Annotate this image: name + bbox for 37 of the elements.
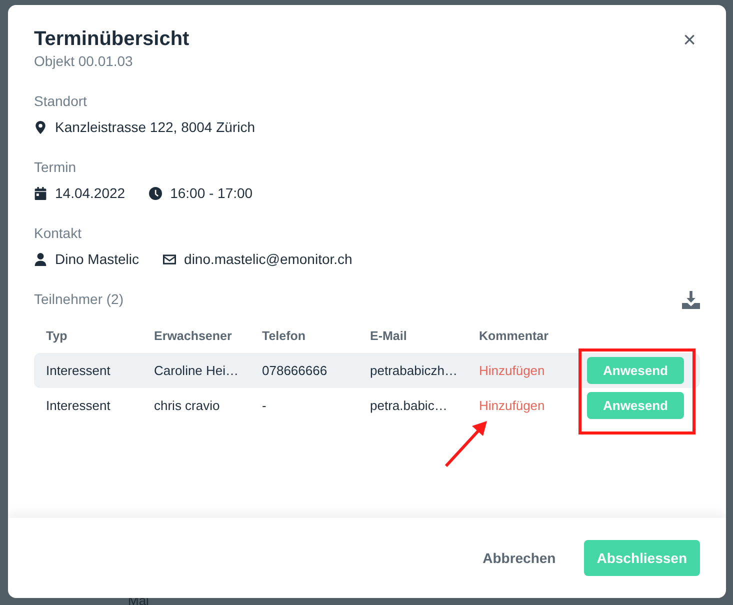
confirm-button[interactable]: Abschliessen	[584, 540, 700, 576]
column-header: Telefon	[262, 328, 307, 346]
present-button[interactable]: Anwesend	[587, 357, 684, 384]
envelope-icon	[163, 253, 176, 266]
table-cell-text: petra.babic…	[370, 396, 448, 415]
table-cell-text: Caroline Hei…	[154, 362, 240, 380]
table-cell-text: Interessent	[46, 396, 112, 415]
close-button[interactable]: ×	[679, 29, 700, 51]
person-icon	[34, 253, 47, 266]
download-icon[interactable]	[682, 290, 700, 308]
table-cell-text: chris cravio	[154, 396, 221, 415]
table-cell-text: petrababiczh…	[370, 362, 458, 380]
email-text: dino.mastelic@emonitor.ch	[184, 250, 352, 269]
calendar-icon	[34, 187, 47, 200]
time-text: 16:00 - 17:00	[170, 184, 253, 203]
participants-label: Teilnehmer (2)	[34, 290, 124, 309]
column-header: Kommentar	[479, 328, 550, 346]
date-text: 14.04.2022	[55, 184, 126, 203]
table-cell-text: Interessent	[46, 362, 112, 380]
clock-icon	[149, 187, 162, 200]
person-text: Dino Mastelic	[55, 250, 140, 269]
section-label: Termin	[34, 158, 78, 177]
dialog-title: Terminübersicht	[34, 27, 190, 51]
address-text: Kanzleistrasse 122, 8004 Zürich	[55, 118, 255, 137]
section-label: Standort	[34, 92, 88, 111]
table-cell-text: -	[262, 396, 268, 415]
pin-icon	[34, 121, 47, 134]
dialog-subtitle: Objekt 00.01.03	[34, 52, 134, 71]
cancel-button[interactable]: Abbrechen	[482, 548, 556, 568]
add-comment-link[interactable]: Hinzufügen	[479, 396, 587, 416]
table-cell-text: 078666666	[262, 362, 328, 380]
add-comment-link[interactable]: Hinzufügen	[479, 360, 587, 380]
section-label: Kontakt	[34, 224, 82, 243]
column-header: Erwachsener	[154, 328, 233, 346]
column-header: Typ	[46, 328, 68, 346]
present-button[interactable]: Anwesend	[587, 392, 684, 419]
column-header: E-Mail	[370, 328, 408, 346]
